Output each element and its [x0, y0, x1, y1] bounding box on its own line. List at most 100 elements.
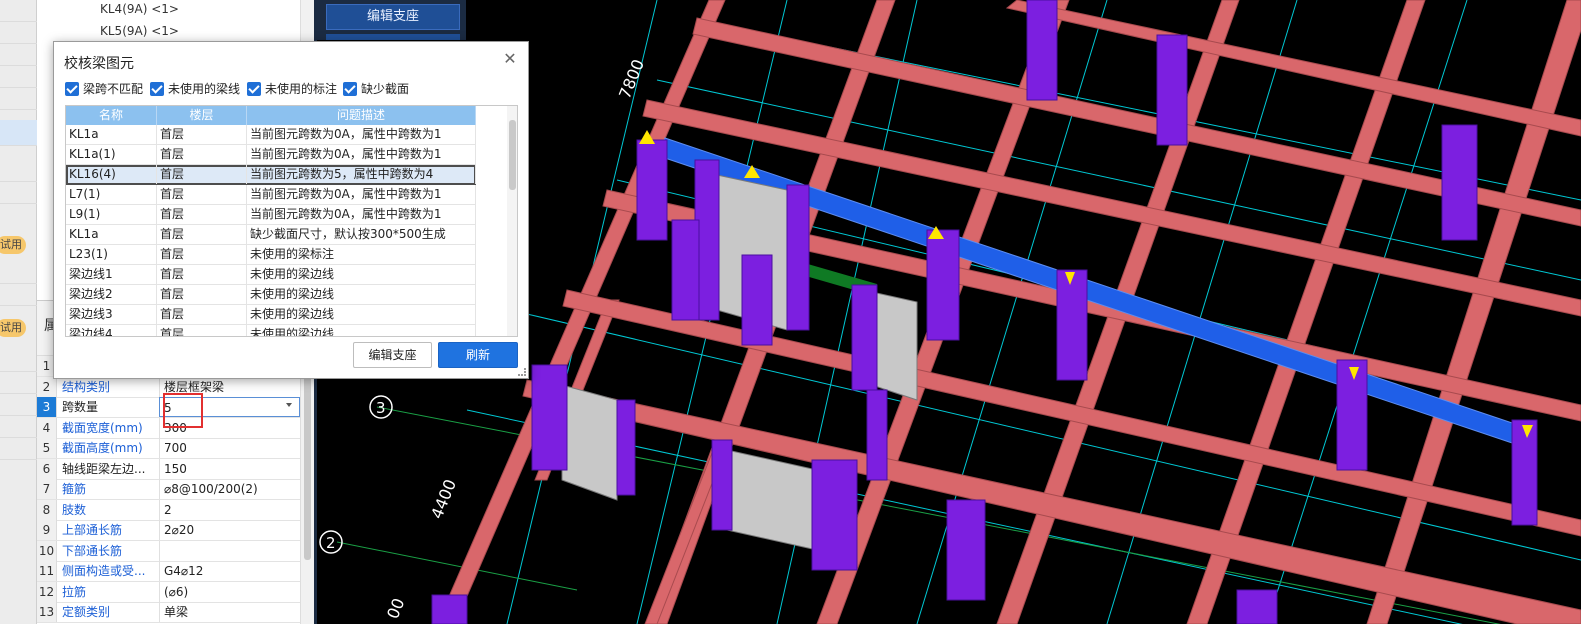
strip-cell[interactable]: [0, 438, 37, 460]
row-number: 11: [37, 561, 57, 581]
property-name: 肢数: [62, 502, 87, 517]
cell-floor: 首层: [157, 165, 247, 184]
property-row[interactable]: 9 上部通长筋 2⌀20: [37, 520, 300, 541]
property-name: 跨数量: [62, 400, 99, 414]
property-row[interactable]: 12 拉筋 (⌀6): [37, 581, 300, 603]
chevron-down-icon[interactable]: [286, 403, 292, 407]
checkbox-checked-icon[interactable]: [247, 82, 261, 96]
property-name: 截面高度(mm): [62, 441, 143, 455]
property-name: 轴线距梁左边...: [62, 461, 146, 476]
strip-cell[interactable]: [0, 182, 37, 204]
table-row[interactable]: L9(1) 首层 当前图元跨数为0A，属性中跨数为1: [66, 205, 476, 225]
trial-badge: 试用: [0, 319, 26, 337]
cell-floor: 首层: [157, 245, 247, 264]
strip-cell[interactable]: [0, 372, 37, 394]
table-row[interactable]: 梁边线4 首层 未使用的梁边线: [66, 325, 476, 336]
cell-description: 未使用的梁边线: [247, 305, 476, 324]
table-header: 名称 楼层 问题描述: [66, 106, 476, 125]
tree-item[interactable]: KL4(9A) <1>: [100, 2, 179, 16]
property-row[interactable]: 7 箍筋 ⌀8@100/200(2): [37, 479, 300, 500]
property-value[interactable]: 2⌀20: [159, 520, 300, 540]
property-value[interactable]: 700: [159, 438, 300, 458]
strip-cell-active[interactable]: [0, 120, 37, 146]
property-name: 截面宽度(mm): [62, 420, 143, 435]
cell-description: 当前图元跨数为0A，属性中跨数为1: [247, 125, 476, 144]
strip-cell[interactable]: [0, 44, 37, 66]
row-number: 10: [37, 540, 57, 561]
refresh-button[interactable]: 刷新: [438, 342, 518, 368]
row-number: 6: [37, 458, 57, 479]
cell-name: 梁边线1: [66, 265, 157, 284]
checkbox-checked-icon[interactable]: [65, 82, 79, 96]
checkbox-label: 梁跨不匹配: [83, 82, 144, 96]
property-value[interactable]: ⌀8@100/200(2): [159, 479, 300, 499]
row-number: 5: [37, 438, 57, 458]
cell-name: 梁边线3: [66, 305, 157, 324]
row-number: 4: [37, 417, 57, 438]
property-value[interactable]: G4⌀12: [159, 561, 300, 581]
dialog-title: 校核梁图元: [64, 56, 134, 72]
table-row[interactable]: L23(1) 首层 未使用的梁标注: [66, 245, 476, 265]
strip-cell[interactable]: [0, 262, 37, 284]
row-number: 7: [37, 479, 57, 499]
cell-name: 梁边线4: [66, 325, 157, 336]
cell-name: L7(1): [66, 185, 157, 204]
column-header-description[interactable]: 问题描述: [247, 106, 476, 125]
property-name: 拉筋: [62, 584, 87, 599]
checkbox-checked-icon[interactable]: [343, 82, 357, 96]
cell-floor: 首层: [157, 125, 247, 144]
property-name: 定额类别: [62, 605, 111, 619]
table-row[interactable]: KL16(4) 首层 当前图元跨数为5，属性中跨数为4: [66, 165, 476, 185]
cell-floor: 首层: [157, 325, 247, 336]
strip-cell[interactable]: [0, 66, 37, 88]
tree-item[interactable]: KL5(9A) <1>: [100, 24, 179, 38]
row-number: 13: [37, 602, 57, 622]
cell-description: 未使用的梁边线: [247, 325, 476, 336]
row-number: 12: [37, 581, 57, 602]
strip-cell[interactable]: [0, 284, 37, 306]
table-scrollbar[interactable]: [507, 106, 517, 336]
edit-support-button[interactable]: 编辑支座: [353, 342, 432, 368]
resize-grip-icon[interactable]: [518, 368, 526, 376]
cell-floor: 首层: [157, 205, 247, 224]
table-row[interactable]: 梁边线2 首层 未使用的梁边线: [66, 285, 476, 305]
strip-cell[interactable]: [0, 394, 37, 416]
strip-cell[interactable]: [0, 350, 37, 372]
strip-cell[interactable]: [0, 0, 37, 22]
cell-description: 未使用的梁标注: [247, 245, 476, 264]
property-row[interactable]: 5 截面高度(mm) 700: [37, 438, 300, 459]
property-row[interactable]: 13 定额类别 单梁: [37, 602, 300, 623]
property-row[interactable]: 8 肢数 2: [37, 499, 300, 521]
property-value[interactable]: 2: [159, 499, 300, 520]
property-value[interactable]: 单梁: [159, 602, 300, 622]
row-number: 3: [37, 397, 57, 417]
property-value[interactable]: (⌀6): [159, 581, 300, 602]
checkbox-label: 未使用的梁线: [168, 82, 241, 96]
table-row[interactable]: KL1a 首层 缺少截面尺寸，默认按300*500生成: [66, 225, 476, 245]
strip-cell[interactable]: [0, 22, 37, 44]
strip-cell[interactable]: [0, 88, 37, 110]
property-row[interactable]: 10 下部通长筋: [37, 540, 300, 562]
cell-description: 未使用的梁边线: [247, 265, 476, 284]
property-name: 箍筋: [62, 482, 87, 496]
property-value[interactable]: [159, 540, 300, 561]
axis-label-3: 3: [376, 399, 386, 417]
cell-floor: 首层: [157, 185, 247, 204]
checkbox-checked-icon[interactable]: [150, 82, 164, 96]
column-header-name[interactable]: 名称: [66, 106, 157, 125]
issues-table: 名称 楼层 问题描述 KL1a 首层 当前图元跨数为0A，属性中跨数为1 KL1a(1…: [65, 105, 518, 337]
column-header-floor[interactable]: 楼层: [157, 106, 247, 125]
table-row[interactable]: 梁边线3 首层 未使用的梁边线: [66, 305, 476, 325]
cell-description: 当前图元跨数为0A，属性中跨数为1: [247, 185, 476, 204]
property-row[interactable]: 6 轴线距梁左边... 150: [37, 458, 300, 480]
table-row[interactable]: KL1a 首层 当前图元跨数为0A，属性中跨数为1: [66, 125, 476, 145]
strip-cell[interactable]: [0, 160, 37, 182]
property-row[interactable]: 11 侧面构造或受... G4⌀12: [37, 561, 300, 582]
scroll-thumb[interactable]: [509, 120, 516, 190]
close-icon[interactable]: ✕: [502, 51, 518, 67]
table-row[interactable]: 梁边线1 首层 未使用的梁边线: [66, 265, 476, 285]
table-row[interactable]: L7(1) 首层 当前图元跨数为0A，属性中跨数为1: [66, 185, 476, 205]
table-row[interactable]: KL1a(1) 首层 当前图元跨数为0A，属性中跨数为1: [66, 145, 476, 165]
strip-cell[interactable]: [0, 416, 37, 438]
property-value[interactable]: 150: [159, 458, 300, 479]
